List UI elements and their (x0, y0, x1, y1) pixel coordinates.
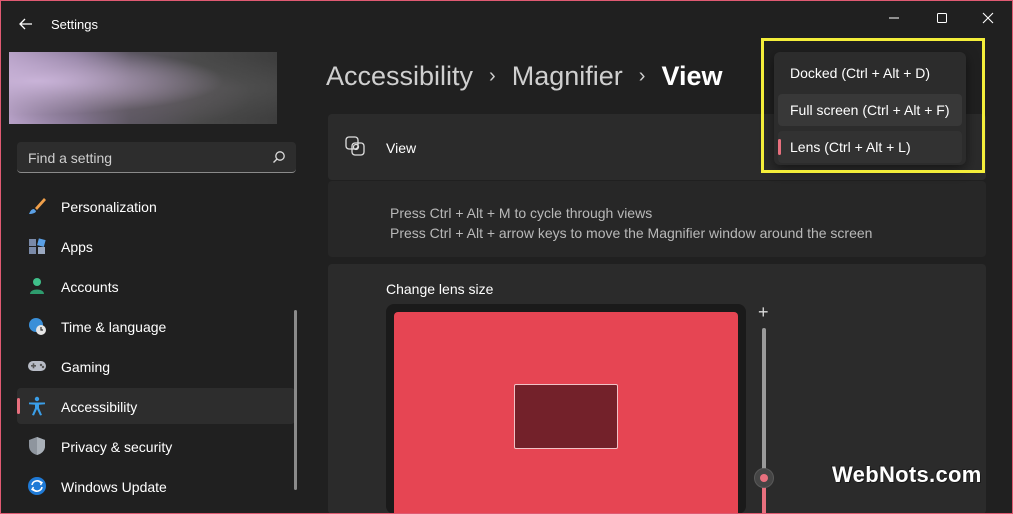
sidebar-item-accessibility[interactable]: Accessibility (17, 388, 295, 424)
sidebar-item-accounts[interactable]: Accounts (17, 268, 295, 304)
user-profile-blurred[interactable] (9, 52, 277, 124)
close-icon (982, 12, 994, 24)
search-icon[interactable] (272, 150, 286, 164)
lens-height-slider-thumb[interactable] (754, 468, 774, 488)
person-icon (30, 278, 44, 294)
breadcrumb: Accessibility › Magnifier › View (326, 58, 722, 94)
watermark: WebNots.com (832, 462, 982, 487)
maximize-icon (937, 13, 947, 23)
help-text-cycle: Press Ctrl + Alt + M to cycle through vi… (390, 205, 653, 221)
sidebar-item-gaming[interactable]: Gaming (17, 348, 295, 384)
sidebar-item-windows-update[interactable]: Windows Update (17, 468, 295, 504)
back-button[interactable] (14, 12, 38, 36)
chevron-right-icon: › (638, 64, 646, 87)
profile-blur (9, 52, 277, 124)
view-help-panel: Press Ctrl + Alt + M to cycle through vi… (328, 181, 986, 257)
help-text-move: Press Ctrl + Alt + arrow keys to move th… (390, 225, 873, 241)
sidebar-item-label: Personalization (61, 199, 157, 215)
sidebar-item-label: Windows Update (61, 479, 167, 495)
sidebar-item-label: Time & language (61, 319, 167, 335)
back-arrow-icon (19, 18, 32, 30)
apps-icon (29, 238, 46, 254)
selected-indicator (17, 398, 20, 414)
update-icon (28, 477, 46, 495)
sidebar-scrollbar[interactable] (294, 310, 297, 490)
sidebar-item-privacy-security[interactable]: Privacy & security (17, 428, 295, 464)
search-box[interactable]: Find a setting (17, 142, 296, 173)
magnifier-view-icon (345, 136, 365, 156)
shield-icon (29, 437, 45, 455)
minimize-button[interactable] (871, 6, 917, 30)
globe-clock-icon (29, 318, 46, 335)
chevron-right-icon: › (489, 64, 496, 87)
sidebar-item-label: Accounts (61, 279, 119, 295)
sidebar-item-time-language[interactable]: Time & language (17, 308, 295, 344)
lens-preview-box[interactable] (514, 384, 618, 449)
gamepad-icon (28, 361, 46, 371)
sidebar-item-label: Privacy & security (61, 439, 173, 455)
page-title: View (661, 60, 723, 91)
sidebar-item-label: Accessibility (61, 399, 138, 415)
lens-preview (386, 304, 746, 514)
search-input[interactable]: Find a setting (28, 150, 112, 166)
lens-size-title: Change lens size (386, 281, 494, 297)
view-setting-label: View (386, 140, 417, 156)
breadcrumb-accessibility[interactable]: Accessibility (326, 61, 473, 92)
app-title: Settings (51, 17, 98, 32)
lens-preview-screen (394, 312, 738, 514)
breadcrumb-magnifier[interactable]: Magnifier (512, 61, 623, 92)
sidebar-item-apps[interactable]: Apps (17, 228, 295, 264)
maximize-button[interactable] (919, 6, 965, 30)
close-button[interactable] (965, 6, 1011, 30)
sidebar-item-label: Apps (61, 239, 93, 255)
sidebar-item-personalization[interactable]: Personalization (17, 188, 295, 224)
brush-icon (29, 198, 46, 214)
accessibility-icon (29, 396, 45, 416)
minimize-icon (889, 17, 899, 19)
slider-plus-label: + (758, 302, 769, 322)
sidebar-item-label: Gaming (61, 359, 111, 375)
yellow-highlight-box (761, 38, 985, 173)
